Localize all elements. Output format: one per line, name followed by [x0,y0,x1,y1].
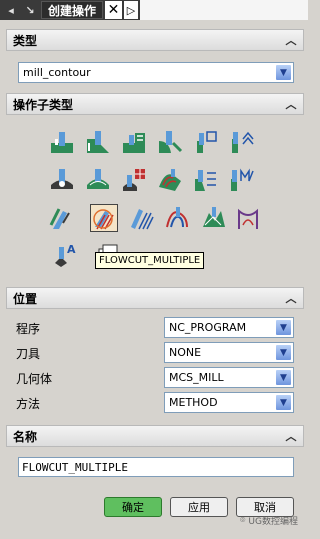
section-header-subtype[interactable]: 操作子类型 ︿ [6,93,304,115]
operation-tooltip: FLOWCUT_MULTIPLE [95,252,205,269]
streamline-icon[interactable] [156,166,184,194]
section-title-name: 名称 [13,429,38,444]
chevron-down-icon[interactable]: ▼ [275,369,292,386]
corner-rough-icon[interactable] [120,128,148,156]
method-dropdown-value: METHOD [169,396,218,409]
flowcut-ref-tool-icon[interactable] [128,204,156,232]
collapse-icon[interactable]: ︿ [283,96,299,112]
flowcut-single-icon[interactable] [48,204,76,232]
method-dropdown[interactable]: METHOD ▼ [164,392,294,413]
method-label: 方法 [16,397,41,411]
dialog-title: 创建操作 [41,1,104,19]
rest-milling-icon[interactable] [156,128,184,156]
geometry-dropdown[interactable]: MCS_MILL ▼ [164,367,294,388]
section-header-type[interactable]: 类型 ︿ [6,29,304,51]
close-button[interactable]: ✕ [105,1,123,19]
watermark: ⌾ UG数控编程 [240,514,298,528]
flowcut-multiple-icon[interactable] [90,204,118,232]
watermark-text: UG数控编程 [248,517,298,527]
geometry-label: 几何体 [16,372,53,386]
contour-surface-area-icon[interactable] [120,166,148,194]
program-dropdown-value: NC_PROGRAM [169,321,247,334]
collapse-icon[interactable]: ︿ [283,290,299,306]
svg-text:A: A [67,243,76,256]
operation-name-input[interactable]: FLOWCUT_MULTIPLE [18,457,294,477]
solid-profile-3d-icon[interactable] [200,204,228,232]
collapse-icon[interactable]: ︿ [283,428,299,444]
ok-button[interactable]: 确定 [104,497,162,517]
zlevel-corner-icon[interactable] [228,128,256,156]
section-header-position[interactable]: 位置 ︿ [6,287,304,309]
type-dropdown-value: mill_contour [23,66,91,79]
section-title-subtype: 操作子类型 [13,97,74,112]
section-title-position: 位置 [13,291,38,306]
chevron-down-icon[interactable]: ▼ [275,394,292,411]
contour-text-icon[interactable] [228,166,256,194]
dialog-titlebar: ◂ ↘ 创建操作 ✕ ▷ [0,0,308,20]
profile-3d-icon[interactable] [234,204,262,232]
apply-button[interactable]: 应用 [170,497,228,517]
tool-dropdown-value: NONE [169,346,202,359]
section-title-type: 类型 [13,33,38,48]
chevron-down-icon[interactable]: ▼ [275,319,292,336]
chevron-down-icon[interactable]: ▼ [275,64,292,81]
geometry-dropdown-value: MCS_MILL [169,371,224,384]
type-dropdown[interactable]: mill_contour ▼ [18,62,294,83]
zlevel-profile-icon[interactable] [192,128,220,156]
plunge-milling-icon[interactable] [84,128,112,156]
tool-dropdown[interactable]: NONE ▼ [164,342,294,363]
section-header-name[interactable]: 名称 ︿ [6,425,304,447]
collapse-icon[interactable]: ︿ [283,32,299,48]
chevron-down-icon[interactable]: ▼ [275,344,292,361]
fixed-contour-icon[interactable] [48,166,76,194]
flowcut-smooth-icon[interactable] [164,204,192,232]
cavity-mill-icon[interactable] [48,128,76,156]
wechat-icon: ⌾ [240,515,246,526]
contour-steep-icon[interactable] [192,166,220,194]
next-tab-button[interactable]: ▷ [124,1,139,19]
dialog-menu-button[interactable]: ◂ [3,2,19,18]
back-arrow-icon[interactable]: ↘ [22,2,38,18]
program-dropdown[interactable]: NC_PROGRAM ▼ [164,317,294,338]
contour-text-engrave-icon[interactable]: A [52,240,80,268]
program-label: 程序 [16,322,41,336]
contour-area-icon[interactable] [84,166,112,194]
tool-label: 刀具 [16,347,41,361]
